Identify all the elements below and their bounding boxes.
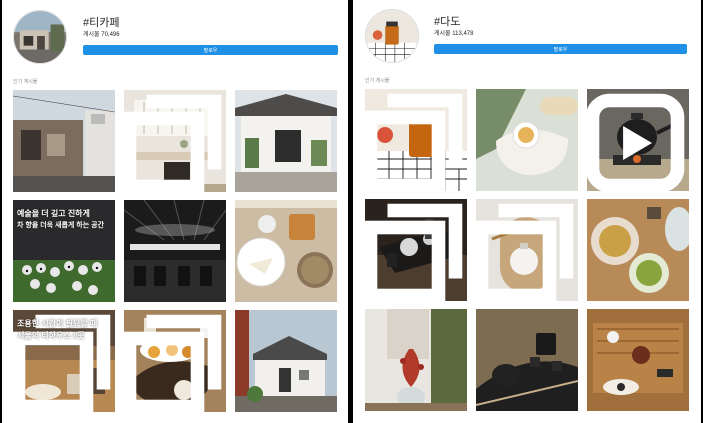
post-tile[interactable]	[476, 309, 578, 411]
post-tile[interactable]: 조용한 시간이 필요할 때 서울의 티하우스 8곳	[13, 310, 115, 412]
multi-post-icon	[476, 203, 574, 301]
post-count: 게시물 113,478	[434, 31, 474, 37]
multi-post-icon	[365, 93, 463, 191]
post-tile[interactable]	[365, 199, 467, 301]
post-tile[interactable]	[476, 89, 578, 191]
post-caption-line: 차 향을 더욱 새롭게 하는 공간	[17, 222, 105, 229]
hashtag-title: #티카페	[83, 17, 120, 29]
post-tile[interactable]	[124, 200, 226, 302]
post-count: 게시물 70,496	[83, 32, 120, 38]
post-tile[interactable]	[235, 200, 337, 302]
post-tile[interactable]	[365, 89, 467, 191]
post-tile[interactable]	[587, 309, 689, 411]
hashtag-avatar[interactable]	[13, 10, 67, 64]
post-tile[interactable]	[124, 90, 226, 192]
post-tile[interactable]	[476, 199, 578, 301]
hashtag-panel-tea-ceremony: #다도 게시물 113,478 팔로우 인기 게시물	[353, 0, 701, 423]
hashtag-avatar[interactable]	[365, 9, 419, 63]
post-tile[interactable]	[365, 309, 467, 411]
multi-post-icon	[124, 94, 222, 192]
reel-icon	[587, 93, 685, 191]
follow-button[interactable]: 팔로우	[83, 45, 338, 55]
post-tile[interactable]	[235, 310, 337, 412]
post-tile[interactable]	[587, 89, 689, 191]
post-tile[interactable]	[235, 90, 337, 192]
post-tile[interactable]	[13, 90, 115, 192]
post-tile[interactable]	[124, 310, 226, 412]
hashtag-title: #다도	[434, 16, 461, 28]
multi-post-icon	[365, 203, 463, 301]
hashtag-panel-tea-cafe: #티카페 게시물 70,496 팔로우 인기 게시물 예술을 더 깊고 진하게 …	[2, 0, 348, 423]
follow-button[interactable]: 팔로우	[434, 44, 687, 54]
post-caption-line: 조용한 시간이 필요할 때	[17, 319, 98, 328]
multi-post-icon	[124, 314, 222, 412]
post-tile[interactable]: 예술을 더 깊고 진하게 차 향을 더욱 새롭게 하는 공간	[13, 200, 115, 302]
top-posts-label: 인기 게시물	[365, 78, 390, 84]
post-caption-line: 예술을 더 깊고 진하게	[17, 209, 90, 218]
post-caption-line: 서울의 티하우스 8곳	[17, 331, 85, 340]
post-tile[interactable]	[587, 199, 689, 301]
top-posts-label: 인기 게시물	[13, 79, 38, 85]
